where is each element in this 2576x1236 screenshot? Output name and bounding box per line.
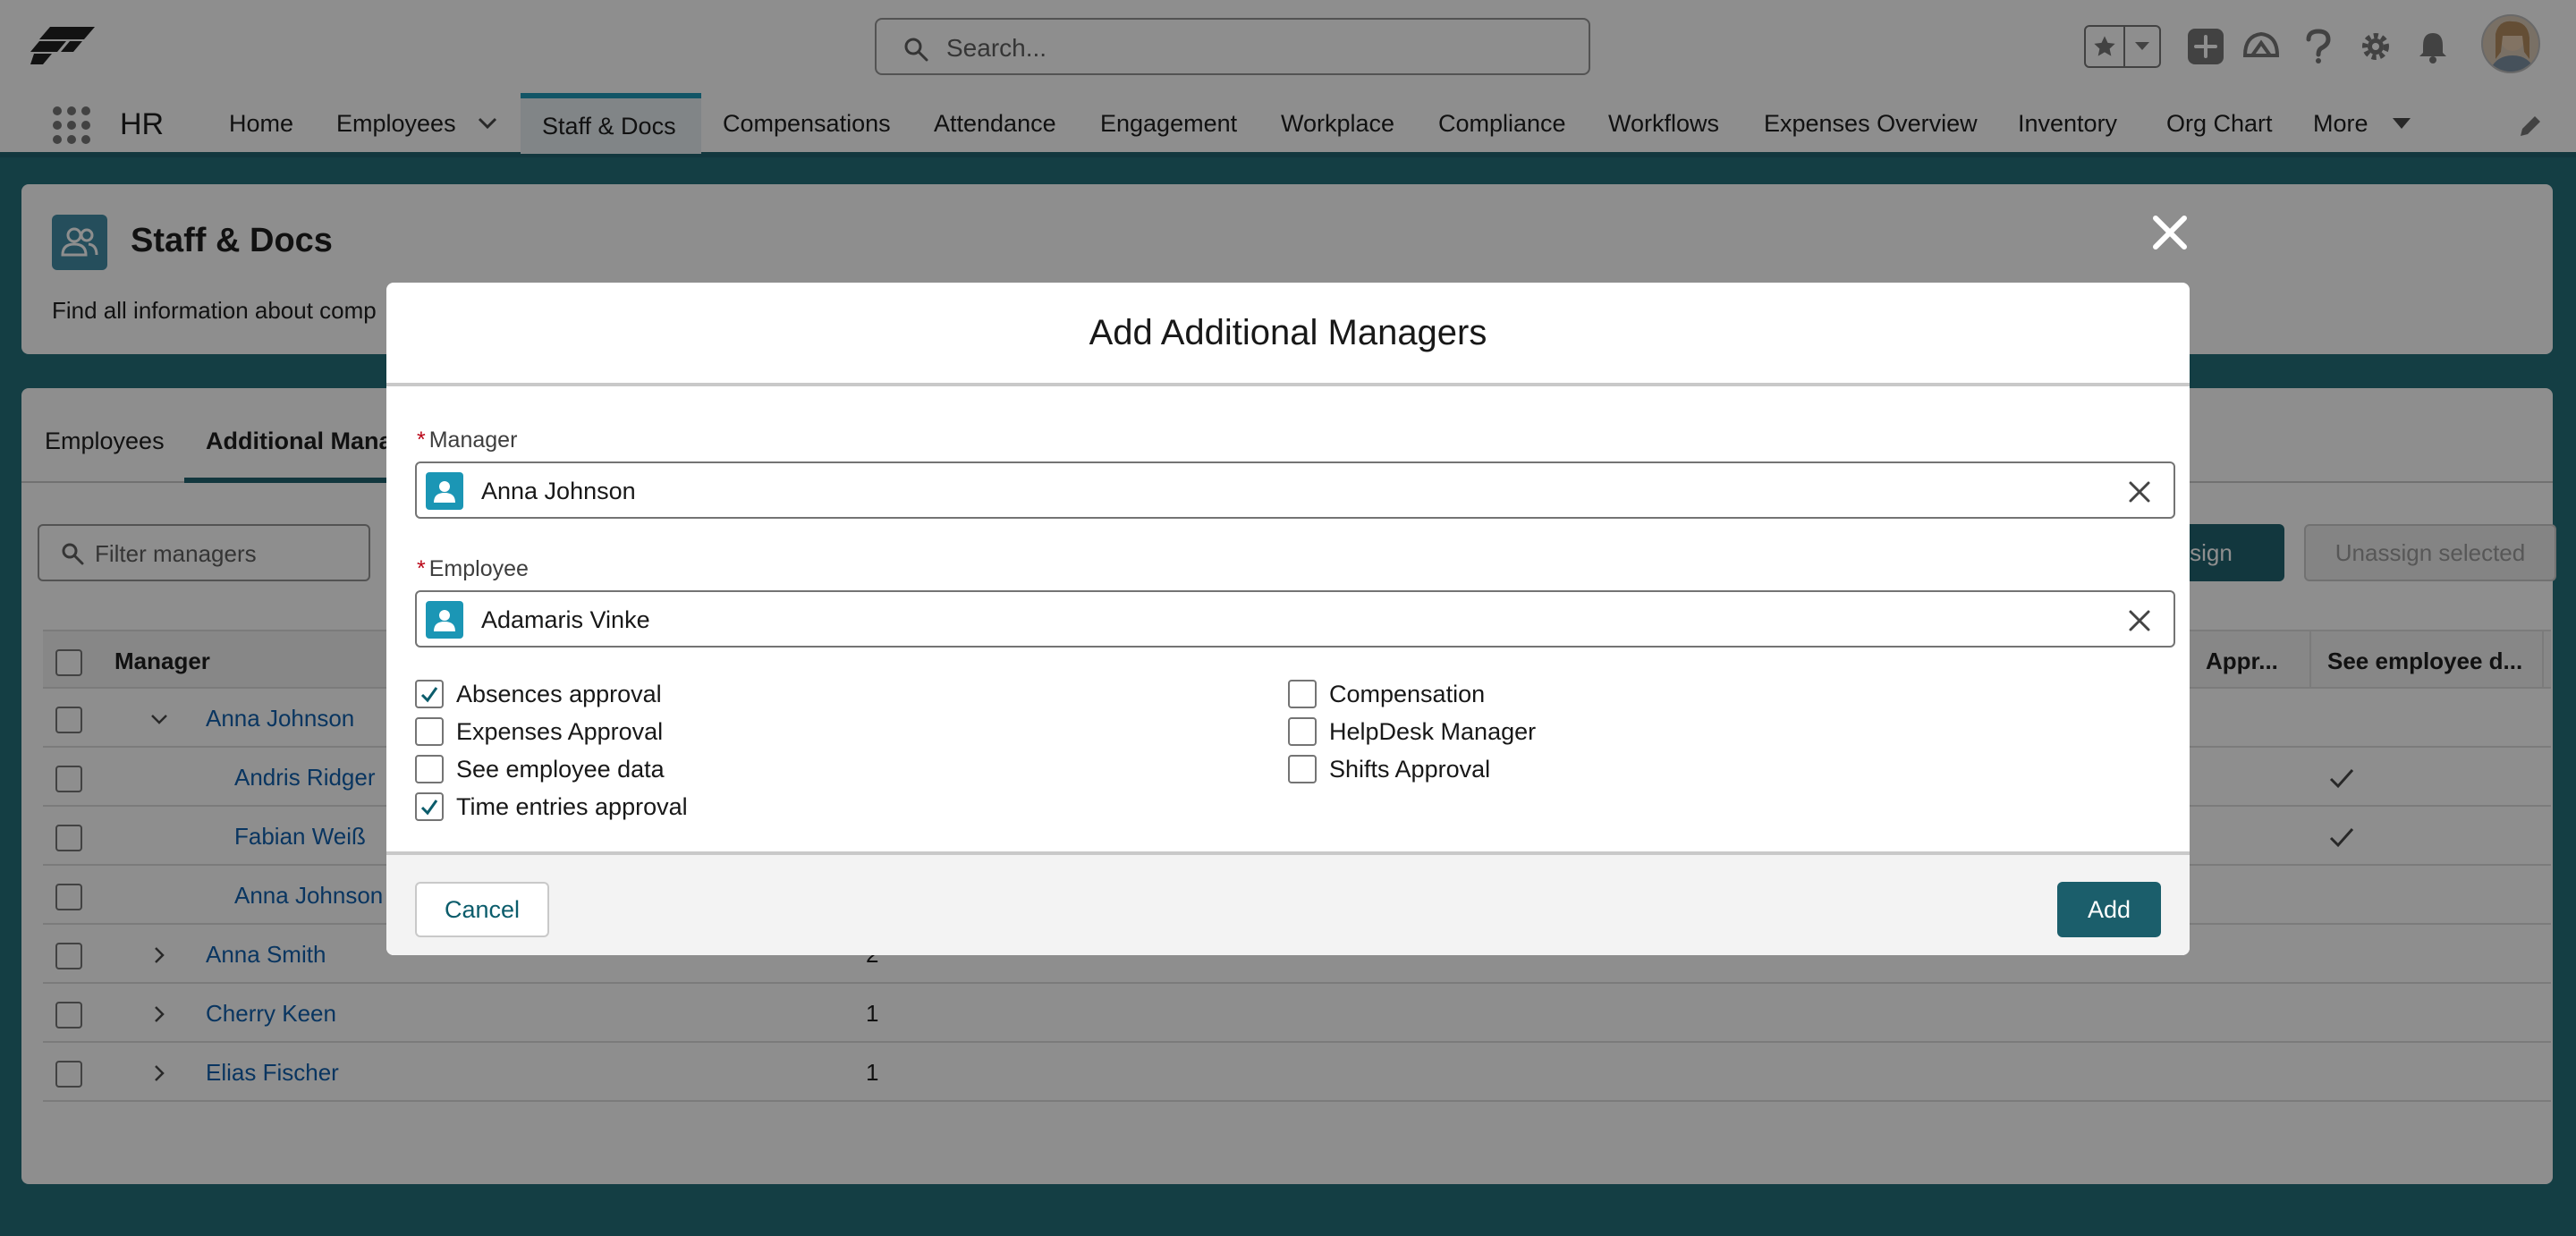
checkbox[interactable]	[1288, 755, 1317, 783]
employee-field-label: * Employee	[417, 556, 529, 582]
permission-label: Absences approval	[456, 680, 662, 707]
modal-header: Add Additional Managers	[386, 283, 2190, 386]
checkbox-checked[interactable]	[415, 792, 444, 821]
permission-compensation[interactable]: Compensation	[1288, 678, 1485, 710]
manager-lookup-field[interactable]: Anna Johnson	[415, 461, 2175, 519]
permission-absences-approval[interactable]: Absences approval	[415, 678, 662, 710]
permission-label: HelpDesk Manager	[1329, 717, 1537, 745]
permission-label: Time entries approval	[456, 792, 688, 820]
permission-shifts-approval[interactable]: Shifts Approval	[1288, 753, 1490, 785]
clear-icon[interactable]	[2127, 608, 2152, 633]
checkbox[interactable]	[415, 755, 444, 783]
checkbox-checked[interactable]	[415, 680, 444, 708]
checkbox[interactable]	[415, 717, 444, 746]
manager-field-label: * Manager	[417, 428, 517, 453]
contact-icon	[426, 601, 463, 639]
permission-label: Shifts Approval	[1329, 755, 1491, 783]
employee-value: Adamaris Vinke	[481, 606, 650, 633]
checkbox[interactable]	[1288, 717, 1317, 746]
contact-icon	[426, 472, 463, 510]
manager-label-text: Manager	[428, 428, 518, 453]
permission-expenses-approval[interactable]: Expenses Approval	[415, 715, 663, 748]
employee-lookup-field[interactable]: Adamaris Vinke	[415, 590, 2175, 648]
employee-label-text: Employee	[428, 556, 529, 581]
add-button[interactable]: Add	[2057, 882, 2161, 937]
close-icon[interactable]	[2150, 213, 2190, 252]
check-icon	[420, 687, 438, 703]
permission-helpdesk-manager[interactable]: HelpDesk Manager	[1288, 715, 1536, 748]
modal-footer: Cancel Add	[386, 851, 2190, 955]
permission-time-entries-approval[interactable]: Time entries approval	[415, 791, 688, 823]
cancel-button[interactable]: Cancel	[415, 882, 549, 937]
required-marker: *	[417, 556, 426, 581]
check-icon	[420, 800, 438, 816]
clear-icon[interactable]	[2127, 479, 2152, 504]
required-marker: *	[417, 428, 426, 453]
permission-label: Compensation	[1329, 680, 1486, 707]
checkbox[interactable]	[1288, 680, 1317, 708]
manager-value: Anna Johnson	[481, 478, 636, 504]
permission-see-employee-data[interactable]: See employee data	[415, 753, 665, 785]
permission-label: Expenses Approval	[456, 717, 664, 745]
permission-label: See employee data	[456, 755, 665, 783]
modal-title: Add Additional Managers	[1089, 312, 1487, 352]
add-additional-managers-modal: Add Additional Managers * Manager Anna Jo…	[386, 283, 2190, 955]
